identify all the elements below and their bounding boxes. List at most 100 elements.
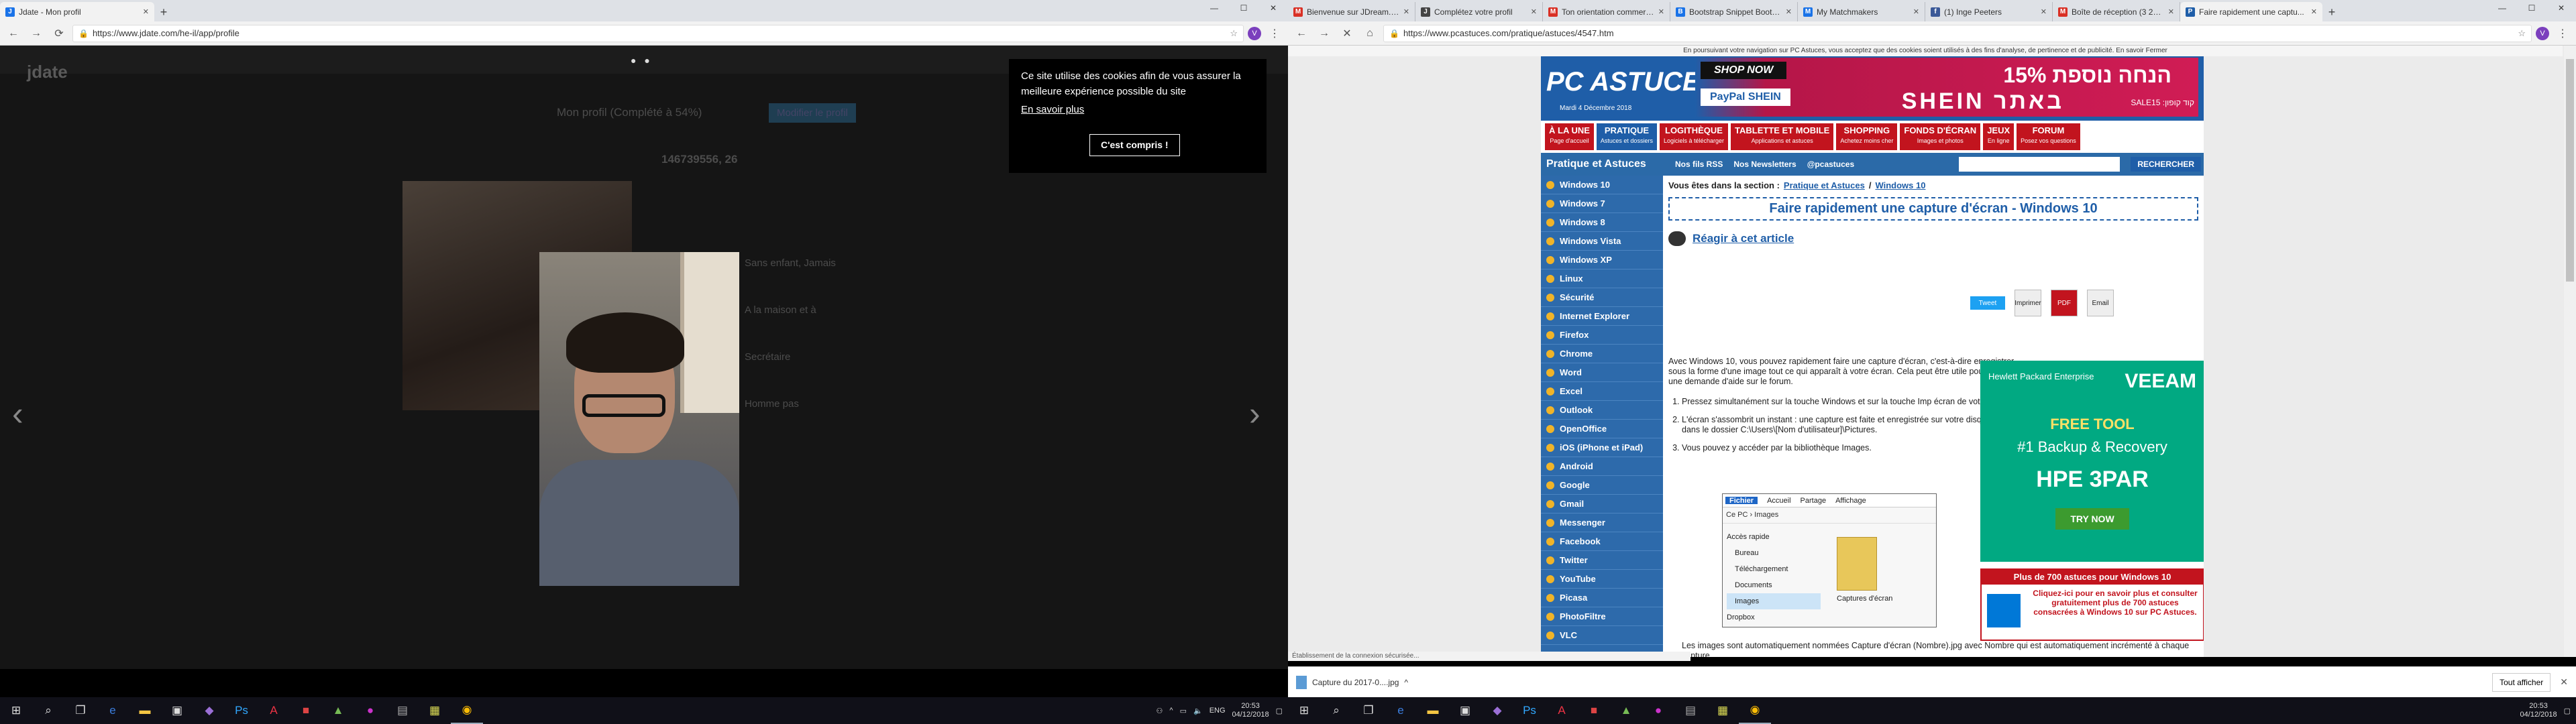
breadcrumb-link[interactable]: Pratique et Astuces bbox=[1784, 180, 1865, 190]
next-arrow-icon[interactable]: › bbox=[1249, 394, 1260, 433]
app-icon[interactable]: ● bbox=[354, 697, 386, 724]
close-tab-icon[interactable]: ✕ bbox=[1658, 7, 1664, 16]
sidebar-item[interactable]: Messenger bbox=[1541, 514, 1663, 532]
show-all-button[interactable]: Tout afficher bbox=[2492, 672, 2551, 692]
explorer-icon[interactable]: ▬ bbox=[1417, 697, 1449, 724]
clock[interactable]: 20:53 04/12/2018 bbox=[2520, 702, 2557, 719]
home-icon[interactable]: ⌂ bbox=[1360, 24, 1379, 43]
new-tab-button[interactable]: + bbox=[2322, 3, 2341, 21]
tab-matchmakers[interactable]: M My Matchmakers ✕ bbox=[1798, 2, 1925, 21]
people-icon[interactable]: ⚇ bbox=[1157, 707, 1163, 715]
sidebar-item[interactable]: Twitter bbox=[1541, 551, 1663, 570]
close-window-icon[interactable]: ✕ bbox=[2546, 0, 2576, 16]
bookmark-star-icon[interactable]: ☆ bbox=[1230, 28, 1238, 39]
search-button[interactable]: RECHERCHER bbox=[2131, 157, 2201, 172]
sidebar-item[interactable]: Facebook bbox=[1541, 532, 1663, 551]
nav-item-shopping[interactable]: SHOPPING Achetez moins cher bbox=[1836, 123, 1898, 150]
sidebar-item[interactable]: Windows XP bbox=[1541, 251, 1663, 269]
minimize-icon[interactable]: — bbox=[2487, 0, 2517, 16]
app-icon[interactable]: ■ bbox=[290, 697, 322, 724]
edit-profile-button[interactable]: Modifier le profil bbox=[769, 103, 856, 123]
profile-avatar[interactable]: V bbox=[2536, 26, 2549, 40]
close-tab-icon[interactable]: ✕ bbox=[1403, 7, 1409, 16]
sidebar-item[interactable]: Internet Explorer bbox=[1541, 307, 1663, 326]
back-icon[interactable]: ← bbox=[4, 24, 23, 43]
sidebar-item[interactable]: Linux bbox=[1541, 269, 1663, 288]
app-icon[interactable]: ■ bbox=[1578, 697, 1610, 724]
app-icon[interactable]: ▲ bbox=[1610, 697, 1642, 724]
start-icon[interactable]: ⊞ bbox=[0, 697, 32, 724]
sidebar-item[interactable]: Windows 8 bbox=[1541, 213, 1663, 232]
chevron-up-icon[interactable]: ^ bbox=[1169, 707, 1173, 715]
forward-icon[interactable]: → bbox=[1315, 24, 1334, 43]
visual-studio-icon[interactable]: ◆ bbox=[1481, 697, 1513, 724]
app-icon[interactable]: ▲ bbox=[322, 697, 354, 724]
sidebar-item[interactable]: Google bbox=[1541, 476, 1663, 495]
nav-item-logitheque[interactable]: LOGITHÈQUE Logiciels à télécharger bbox=[1659, 123, 1729, 150]
menu-icon[interactable]: ⋮ bbox=[2553, 24, 2572, 43]
address-bar[interactable]: 🔒 https://www.jdate.com/he-il/app/profil… bbox=[72, 24, 1244, 42]
acrobat-icon[interactable]: A bbox=[258, 697, 290, 724]
sidebar-item[interactable]: Word bbox=[1541, 363, 1663, 382]
breadcrumb-link[interactable]: Windows 10 bbox=[1875, 180, 1925, 190]
nav-item-pratique[interactable]: PRATIQUE Astuces et dossiers bbox=[1596, 123, 1657, 150]
close-tab-icon[interactable]: ✕ bbox=[1913, 7, 1919, 16]
newsletter-link[interactable]: Nos Newsletters bbox=[1733, 160, 1796, 169]
sidebar-item[interactable]: Picasa bbox=[1541, 589, 1663, 607]
close-tab-icon[interactable]: ✕ bbox=[1786, 7, 1792, 16]
nav-item-une[interactable]: À LA UNE Page d'accueil bbox=[1545, 123, 1594, 150]
pcastuces-logo[interactable]: PC ASTUCES bbox=[1546, 67, 1718, 97]
tab-facebook[interactable]: f (1) Inge Peeters ✕ bbox=[1925, 2, 2053, 21]
scrollbar[interactable] bbox=[2564, 46, 2576, 657]
volume-icon[interactable]: 🔈 bbox=[1193, 707, 1203, 715]
close-tab-icon[interactable]: ✕ bbox=[2311, 7, 2317, 16]
network-icon[interactable]: ▭ bbox=[1180, 707, 1187, 715]
clock[interactable]: 20:53 04/12/2018 bbox=[1232, 702, 1269, 719]
sidebar-item[interactable]: Android bbox=[1541, 457, 1663, 476]
sidebar-item[interactable]: iOS (iPhone et iPad) bbox=[1541, 438, 1663, 457]
tab-jdream[interactable]: M Bienvenue sur JDream.fr - ... ✕ bbox=[1288, 2, 1415, 21]
edge-icon[interactable]: e bbox=[97, 697, 129, 724]
app-icon[interactable]: ▤ bbox=[1674, 697, 1707, 724]
hpe-veeam-ad[interactable]: Hewlett Packard Enterprise VEEAM FREE TO… bbox=[1980, 361, 2204, 562]
nav-item-tablette[interactable]: TABLETTE ET MOBILE Applications et astuce… bbox=[1731, 123, 1834, 150]
task-view-icon[interactable]: ❐ bbox=[64, 697, 97, 724]
reload-icon[interactable]: ⟳ bbox=[50, 24, 68, 43]
close-icon[interactable]: ✕ bbox=[2560, 676, 2568, 688]
tab-pcastuces[interactable]: P Faire rapidement une captu... ✕ bbox=[2180, 2, 2322, 21]
sidebar-item[interactable]: Sécurité bbox=[1541, 288, 1663, 307]
tab-profile[interactable]: J Complétez votre profil ✕ bbox=[1415, 2, 1543, 21]
profile-tab[interactable]: Mon profil (Complété à 54%) bbox=[557, 106, 702, 119]
store-icon[interactable]: ▣ bbox=[1449, 697, 1481, 724]
close-window-icon[interactable]: ✕ bbox=[1258, 0, 1288, 16]
chrome-icon[interactable]: ◉ bbox=[1739, 697, 1771, 724]
app-icon[interactable]: ▦ bbox=[419, 697, 451, 724]
rss-link[interactable]: Nos fils RSS bbox=[1675, 160, 1723, 169]
react-link[interactable]: Réagir à cet article bbox=[1668, 227, 2198, 250]
explorer-icon[interactable]: ▬ bbox=[129, 697, 161, 724]
tab-inbox[interactable]: M Boîte de réception (3 232) ✕ bbox=[2053, 2, 2180, 21]
close-tab-icon[interactable]: ✕ bbox=[143, 7, 149, 16]
chrome-icon[interactable]: ◉ bbox=[451, 697, 483, 724]
download-item[interactable]: Capture du 2017-0....jpg ^ bbox=[1296, 675, 1408, 689]
print-icon[interactable]: Imprimer bbox=[2015, 290, 2041, 316]
photoshop-icon[interactable]: Ps bbox=[225, 697, 258, 724]
sidebar-item[interactable]: OpenOffice bbox=[1541, 420, 1663, 438]
stop-icon[interactable]: ✕ bbox=[1338, 24, 1356, 43]
nav-item-jeux[interactable]: JEUX En ligne bbox=[1983, 123, 2015, 150]
sidebar-item[interactable]: Windows 7 bbox=[1541, 194, 1663, 213]
forward-icon[interactable]: → bbox=[27, 24, 46, 43]
sidebar-item[interactable]: Excel bbox=[1541, 382, 1663, 401]
sidebar-item[interactable]: YouTube bbox=[1541, 570, 1663, 589]
shop-now-button[interactable]: SHOP NOW bbox=[1701, 62, 1787, 79]
menu-icon[interactable]: ⋮ bbox=[1265, 24, 1284, 43]
sidebar-item[interactable]: PhotoFiltre bbox=[1541, 607, 1663, 626]
app-icon[interactable]: ● bbox=[1642, 697, 1674, 724]
search-icon[interactable]: ⌕ bbox=[1320, 697, 1352, 724]
search-icon[interactable]: ⌕ bbox=[32, 697, 64, 724]
sidebar-item[interactable]: Windows 10 bbox=[1541, 176, 1663, 194]
nav-item-fonds[interactable]: FONDS D'ÉCRAN Images et photos bbox=[1900, 123, 1981, 150]
cookie-accept-button[interactable]: C'est compris ! bbox=[1089, 134, 1180, 156]
visual-studio-icon[interactable]: ◆ bbox=[193, 697, 225, 724]
maximize-icon[interactable]: ☐ bbox=[2517, 0, 2546, 16]
